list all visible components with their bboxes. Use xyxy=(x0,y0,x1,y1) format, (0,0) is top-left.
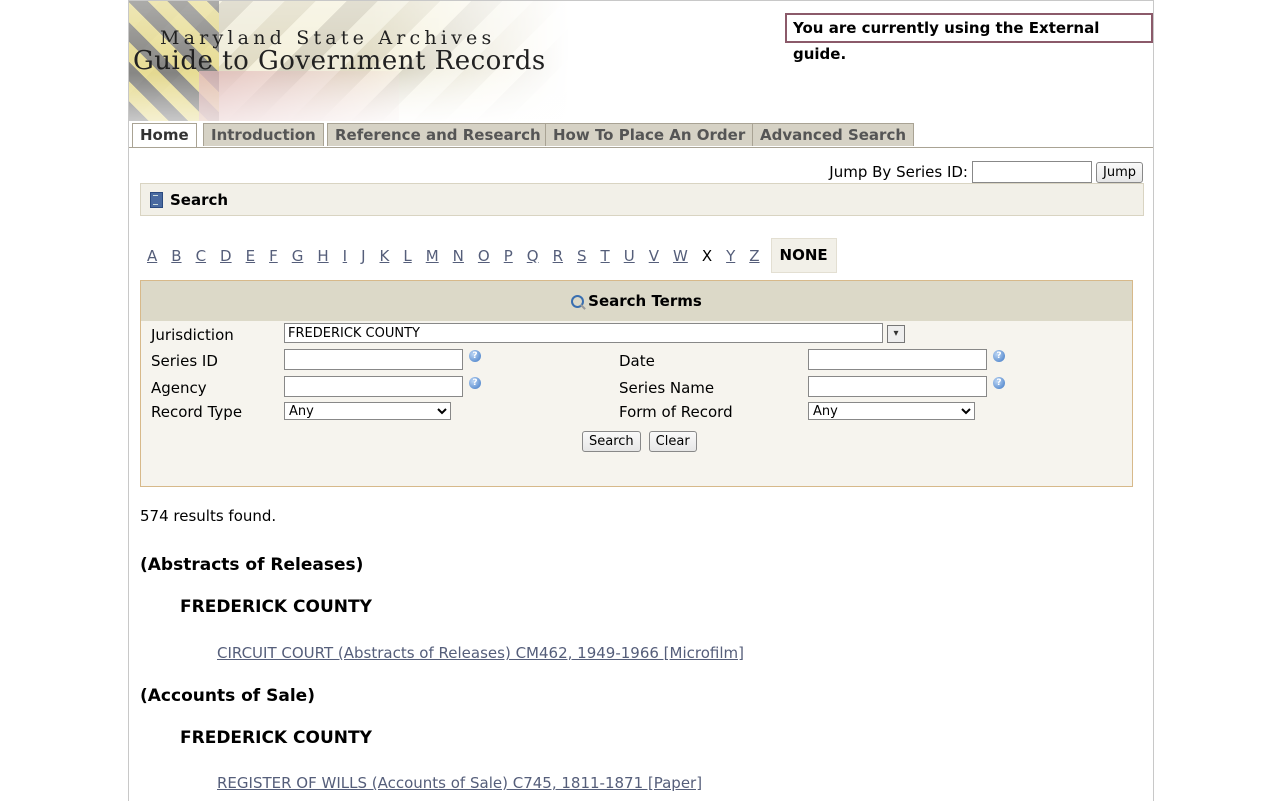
guide-notice: You are currently using the External gui… xyxy=(785,13,1153,63)
letter-link[interactable]: E xyxy=(246,247,255,265)
form-of-record-select[interactable]: Any xyxy=(808,402,975,420)
tab-how-to-place-an-order[interactable]: How To Place An Order xyxy=(545,123,754,146)
series-id-label: Series ID xyxy=(151,352,218,370)
tab-reference-and-research[interactable]: Reference and Research xyxy=(327,123,549,146)
letter-current: X xyxy=(701,246,713,265)
letter-link[interactable]: P xyxy=(504,247,513,265)
tab-advanced-search[interactable]: Advanced Search xyxy=(752,123,915,146)
date-label: Date xyxy=(619,352,655,370)
letter-link[interactable]: Y xyxy=(726,247,735,265)
help-icon[interactable]: ? xyxy=(993,350,1005,362)
result-category-heading: (Accounts of Sale) xyxy=(140,686,315,706)
tab-home[interactable]: Home xyxy=(132,123,197,148)
letter-link[interactable]: G xyxy=(292,247,304,265)
letter-link[interactable]: L xyxy=(403,247,411,265)
jump-label: Jump By Series ID: xyxy=(829,163,968,181)
jump-series-input[interactable] xyxy=(972,161,1092,183)
letter-index: A B C D E F G H I J K L M N O P Q R S T … xyxy=(140,238,837,273)
agency-label: Agency xyxy=(151,379,207,397)
book-icon xyxy=(150,191,163,208)
agency-input[interactable] xyxy=(284,376,463,397)
chevron-down-icon[interactable]: ▾ xyxy=(887,325,905,343)
date-input[interactable] xyxy=(808,349,987,370)
letter-link[interactable]: C xyxy=(196,247,206,265)
form-of-record-label: Form of Record xyxy=(619,403,733,421)
search-header-bar: Search xyxy=(140,183,1144,216)
series-name-input[interactable] xyxy=(808,376,987,397)
jump-button[interactable]: Jump xyxy=(1096,161,1143,183)
letter-link[interactable]: H xyxy=(317,247,328,265)
header-banner: Maryland State Archives Guide to Governm… xyxy=(129,1,569,121)
letter-link[interactable]: W xyxy=(673,247,688,265)
letter-link[interactable]: J xyxy=(361,247,365,265)
letter-link[interactable]: S xyxy=(577,247,587,265)
help-icon[interactable]: ? xyxy=(469,377,481,389)
letter-link[interactable]: M xyxy=(426,247,439,265)
search-button[interactable]: Search xyxy=(582,431,641,452)
letter-link[interactable]: F xyxy=(269,247,278,265)
search-terms-panel: Search Terms Jurisdiction ▾ Series ID ? … xyxy=(140,280,1133,487)
search-terms-header: Search Terms xyxy=(141,281,1132,321)
series-id-input[interactable] xyxy=(284,349,463,370)
letter-link[interactable]: O xyxy=(478,247,490,265)
result-category-heading: (Abstracts of Releases) xyxy=(140,555,364,575)
letter-link[interactable]: Z xyxy=(749,247,759,265)
letter-link[interactable]: I xyxy=(343,247,347,265)
letter-link[interactable]: R xyxy=(553,247,563,265)
letter-link[interactable]: T xyxy=(601,247,610,265)
clear-button[interactable]: Clear xyxy=(648,431,697,452)
letter-link[interactable]: K xyxy=(380,247,390,265)
help-icon[interactable]: ? xyxy=(469,350,481,362)
letter-link[interactable]: A xyxy=(147,247,157,265)
guide-title: Guide to Government Records xyxy=(133,46,546,76)
record-type-label: Record Type xyxy=(151,403,243,421)
letter-link[interactable]: V xyxy=(649,247,659,265)
letter-link[interactable]: N xyxy=(453,247,464,265)
jurisdiction-input[interactable] xyxy=(284,323,883,343)
record-type-select[interactable]: Any xyxy=(284,402,451,420)
help-icon[interactable]: ? xyxy=(993,377,1005,389)
results-count: 574 results found. xyxy=(140,507,277,525)
magnifier-icon xyxy=(571,294,585,308)
result-link[interactable]: CIRCUIT COURT (Abstracts of Releases) CM… xyxy=(217,644,744,662)
letter-link[interactable]: U xyxy=(624,247,635,265)
result-county-heading: FREDERICK COUNTY xyxy=(180,597,372,617)
tabs-divider xyxy=(129,147,1153,148)
letter-link[interactable]: D xyxy=(220,247,232,265)
page-container: Maryland State Archives Guide to Governm… xyxy=(128,0,1154,801)
letter-link[interactable]: Q xyxy=(527,247,539,265)
search-bar-label: Search xyxy=(170,190,229,209)
jump-by-series: Jump By Series ID: Jump xyxy=(829,161,1143,183)
letter-none[interactable]: NONE xyxy=(770,238,837,273)
search-actions: Search Clear xyxy=(582,431,697,452)
tab-introduction[interactable]: Introduction xyxy=(203,123,324,146)
search-terms-title: Search Terms xyxy=(588,292,702,310)
letter-link[interactable]: B xyxy=(171,247,181,265)
series-name-label: Series Name xyxy=(619,379,715,397)
result-link[interactable]: REGISTER OF WILLS (Accounts of Sale) C74… xyxy=(217,774,702,792)
result-county-heading: FREDERICK COUNTY xyxy=(180,728,372,748)
jurisdiction-label: Jurisdiction xyxy=(151,326,234,344)
